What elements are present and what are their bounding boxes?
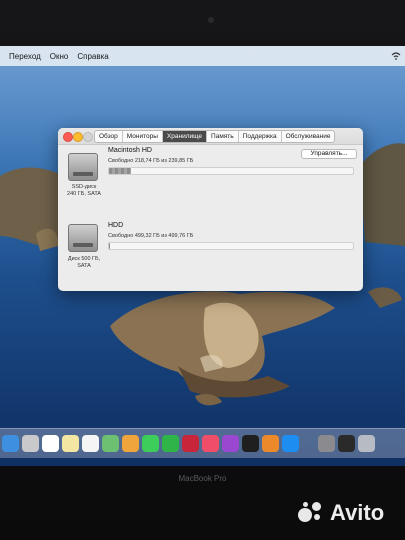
- storage-usage-bar: [108, 167, 354, 175]
- storage-usage-bar: [108, 242, 354, 250]
- window-titlebar: Обзор Мониторы Хранилище Память Поддержк…: [58, 128, 363, 145]
- messages-icon[interactable]: [142, 435, 159, 452]
- disk-caption: SSD-диск 240 ГБ, SATA: [58, 184, 110, 198]
- disk-row-hdd: Диск 500 ГБ, SATA HDD Свободно 499,32 ГБ…: [58, 214, 363, 286]
- maps-icon[interactable]: [102, 435, 119, 452]
- zoom-icon[interactable]: [83, 132, 93, 142]
- wifi-icon[interactable]: [391, 51, 401, 61]
- books-icon[interactable]: [262, 435, 279, 452]
- about-this-mac-window: Обзор Мониторы Хранилище Память Поддержк…: [58, 128, 363, 291]
- disk-capacity-label: 240 ГБ, SATA: [67, 191, 101, 197]
- tab-memory[interactable]: Память: [207, 131, 239, 142]
- finder-icon[interactable]: [2, 435, 19, 452]
- disk-capacity-label: SATA: [77, 263, 91, 269]
- storage-usage-fill: [109, 243, 110, 249]
- disk-name: Macintosh HD: [108, 147, 152, 154]
- photos-icon[interactable]: [122, 435, 139, 452]
- photobooth-icon[interactable]: [182, 435, 199, 452]
- tab-storage[interactable]: Хранилище: [162, 131, 208, 142]
- tab-bar: Обзор Мониторы Хранилище Память Поддержк…: [94, 130, 336, 143]
- ssd-drive-icon: [68, 153, 98, 181]
- camera-icon: [208, 17, 214, 23]
- tab-service[interactable]: Обслуживание: [282, 131, 335, 142]
- menu-item-go[interactable]: Переход: [9, 52, 41, 61]
- facetime-icon[interactable]: [162, 435, 179, 452]
- minimize-icon[interactable]: [73, 132, 83, 142]
- terminal-icon[interactable]: [338, 435, 355, 452]
- screen: Переход Окно Справка Обзор Мониторы Хран…: [0, 46, 405, 466]
- menu-item-window[interactable]: Окно: [50, 52, 69, 61]
- menu-bar: Переход Окно Справка: [0, 46, 405, 66]
- trash-icon[interactable]: [358, 435, 375, 452]
- avito-watermark: Avito: [298, 500, 384, 526]
- calendar-icon[interactable]: [42, 435, 59, 452]
- dock: [0, 428, 405, 458]
- disk-free-space: Свободно 218,74 ГБ из 239,85 ГБ: [108, 158, 194, 164]
- manage-button[interactable]: Управлять...: [301, 149, 357, 159]
- hdd-drive-icon: [68, 224, 98, 252]
- disk-type-label: SSD-диск: [71, 184, 97, 190]
- appstore-icon[interactable]: [282, 435, 299, 452]
- disk-type-label: Диск 500 ГБ,: [67, 256, 101, 262]
- tab-support[interactable]: Поддержка: [239, 131, 282, 142]
- device-brand-label: MacBook Pro: [178, 474, 227, 483]
- music-icon[interactable]: [202, 435, 219, 452]
- disk-free-space: Свободно 499,32 ГБ из 499,76 ГБ: [108, 233, 194, 239]
- podcasts-icon[interactable]: [222, 435, 239, 452]
- tab-displays[interactable]: Мониторы: [123, 131, 163, 142]
- avito-logo-text: Avito: [330, 500, 385, 525]
- menu-item-help[interactable]: Справка: [77, 52, 108, 61]
- launchpad-icon[interactable]: [22, 435, 39, 452]
- close-icon[interactable]: [63, 132, 73, 142]
- disk-row-macintosh-hd: SSD-диск 240 ГБ, SATA Macintosh HD Свобо…: [58, 144, 363, 214]
- systemprefs-icon[interactable]: [318, 435, 335, 452]
- disk-caption: Диск 500 ГБ, SATA: [58, 256, 110, 270]
- tv-icon[interactable]: [242, 435, 259, 452]
- disk-name: HDD: [108, 222, 124, 229]
- avito-logo-icon: [298, 502, 326, 524]
- notes-icon[interactable]: [62, 435, 79, 452]
- storage-usage-fill: [109, 168, 131, 174]
- reminders-icon[interactable]: [82, 435, 99, 452]
- laptop-bezel: Переход Окно Справка Обзор Мониторы Хран…: [0, 0, 405, 540]
- tab-overview[interactable]: Обзор: [95, 131, 123, 142]
